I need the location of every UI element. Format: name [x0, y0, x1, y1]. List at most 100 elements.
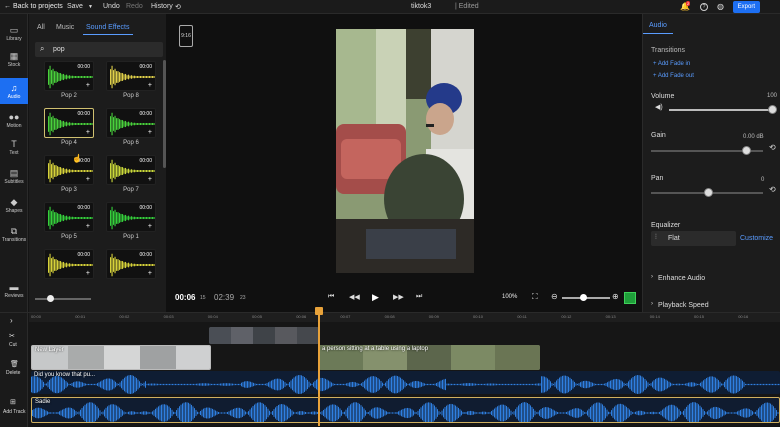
- zoom-level[interactable]: 100%: [502, 294, 517, 300]
- rewind-icon[interactable]: ◀◀: [349, 293, 360, 301]
- video-preview[interactable]: [336, 29, 474, 273]
- sidebar-item-audio[interactable]: ♫Audio: [0, 78, 28, 104]
- playhead-handle[interactable]: [315, 307, 323, 315]
- sound-effect-card[interactable]: 00:00 +: [106, 61, 156, 91]
- speaker-icon[interactable]: ◀): [655, 103, 663, 111]
- stock-icon: ▦: [0, 50, 28, 62]
- volume-slider-track[interactable]: [669, 109, 773, 111]
- audio-clip-sadie[interactable]: Sadie: [31, 397, 780, 423]
- sound-effect-card[interactable]: 00:00 +: [44, 249, 94, 279]
- help-icon[interactable]: ?: [700, 3, 708, 11]
- sidebar-item-motion[interactable]: ●●Motion: [0, 107, 28, 133]
- search-input[interactable]: ⌕ pop: [35, 42, 163, 57]
- pan-slider-knob[interactable]: [704, 188, 713, 197]
- sidebar-item-reviews[interactable]: ▬Reviews: [0, 277, 28, 303]
- audio-clip-voiceover[interactable]: Did you know that pu...: [31, 371, 780, 394]
- zoom-slider-track[interactable]: [35, 298, 91, 300]
- expand-chevron-icon[interactable]: ›: [10, 316, 13, 325]
- video-clip-new-layer[interactable]: New Layer: [31, 345, 211, 370]
- export-button[interactable]: Export: [733, 1, 760, 13]
- sidebar-item-library[interactable]: ▭Library: [0, 20, 28, 46]
- add-track-icon[interactable]: ⊞: [10, 398, 16, 406]
- chevron-right-icon[interactable]: ›: [651, 301, 653, 307]
- add-icon[interactable]: +: [86, 176, 90, 183]
- playhead[interactable]: [318, 307, 320, 426]
- sound-effect-card[interactable]: 00:00 +: [44, 202, 94, 232]
- sidebar-item-transitions[interactable]: ⧉Transitions: [0, 221, 28, 247]
- redo-button[interactable]: Redo: [126, 3, 143, 10]
- sound-effect-card[interactable]: 00:00 +: [44, 108, 94, 138]
- add-icon[interactable]: +: [86, 270, 90, 277]
- clip-label: Did you know that pu...: [34, 372, 95, 378]
- trash-icon[interactable]: 🗑: [10, 360, 19, 368]
- history-button[interactable]: History: [151, 3, 173, 10]
- tab-all[interactable]: All: [37, 24, 45, 31]
- fullscreen-icon[interactable]: ⛶: [532, 292, 538, 302]
- add-icon[interactable]: +: [86, 223, 90, 230]
- volume-label: Volume: [651, 93, 674, 100]
- globe-icon[interactable]: ◍: [717, 2, 724, 11]
- sound-effect-card[interactable]: 00:00 +: [106, 155, 156, 185]
- tab-audio[interactable]: Audio: [649, 22, 667, 29]
- transition-clip-strip[interactable]: [209, 327, 319, 344]
- delete-button[interactable]: Delete: [6, 370, 20, 376]
- skip-start-icon[interactable]: ⏮: [328, 293, 334, 301]
- add-icon[interactable]: +: [148, 129, 152, 136]
- sound-effect-name: Pop 7: [106, 187, 156, 193]
- timeline: › ✂ Cut 🗑 Delete ⊞ Add Track 00:0000:010…: [0, 312, 780, 426]
- aspect-ratio-button[interactable]: 9:16: [179, 25, 193, 47]
- sidebar-item-stock[interactable]: ▦Stock: [0, 46, 28, 72]
- folder-icon: ▭: [0, 24, 28, 36]
- back-to-projects-link[interactable]: Back to projects: [13, 3, 63, 10]
- sound-effect-card[interactable]: 00:00 +: [44, 155, 94, 185]
- preview-zoom-knob[interactable]: [580, 294, 587, 301]
- sound-effect-card[interactable]: 00:00 +: [106, 202, 156, 232]
- undo-button[interactable]: Undo: [103, 3, 120, 10]
- add-icon[interactable]: +: [148, 176, 152, 183]
- equalizer-select[interactable]: ⫶ Flat: [651, 231, 736, 246]
- customize-link[interactable]: Customize: [740, 235, 773, 242]
- add-fade-in-button[interactable]: + Add Fade in: [653, 61, 690, 67]
- project-name[interactable]: tiktok3: [411, 3, 431, 10]
- add-track-button[interactable]: Add Track: [3, 409, 26, 415]
- tab-music[interactable]: Music: [56, 24, 74, 31]
- add-icon[interactable]: +: [148, 270, 152, 277]
- ruler-tick-label: 00:03: [164, 314, 174, 319]
- gain-reset-icon[interactable]: ⟲: [769, 143, 776, 152]
- cut-scissors-icon[interactable]: ✂: [9, 332, 15, 340]
- playback-speed-section[interactable]: Playback Speed: [658, 302, 709, 309]
- sound-effect-card[interactable]: 00:00 +: [106, 108, 156, 138]
- zoom-out-icon[interactable]: ⊖: [551, 292, 558, 301]
- text-icon: T: [0, 138, 28, 150]
- add-icon[interactable]: +: [86, 82, 90, 89]
- back-arrow-icon[interactable]: ←: [4, 3, 11, 10]
- save-dropdown-icon[interactable]: ▼: [88, 4, 93, 10]
- save-button[interactable]: Save: [67, 3, 83, 10]
- sound-effect-card[interactable]: 00:00 +: [106, 249, 156, 279]
- zoom-slider-knob[interactable]: [47, 295, 54, 302]
- chevron-right-icon[interactable]: ›: [651, 274, 653, 280]
- sidebar-item-text[interactable]: TText: [0, 134, 28, 160]
- history-icon[interactable]: ⟲: [175, 3, 181, 11]
- sidebar-item-shapes[interactable]: ◆Shapes: [0, 192, 28, 218]
- play-icon[interactable]: ▶: [372, 292, 379, 303]
- skip-end-icon[interactable]: ⏭: [416, 293, 422, 301]
- zoom-in-icon[interactable]: ⊕: [612, 292, 619, 301]
- pan-reset-icon[interactable]: ⟲: [769, 185, 776, 194]
- add-fade-out-button[interactable]: + Add Fade out: [653, 73, 694, 79]
- volume-slider-knob[interactable]: [768, 105, 777, 114]
- tab-sound-effects[interactable]: Sound Effects: [86, 24, 129, 31]
- cut-button[interactable]: Cut: [9, 342, 17, 348]
- timeline-ruler[interactable]: 00:0000:0100:0200:0300:0400:0500:0600:07…: [29, 313, 780, 322]
- add-icon[interactable]: +: [86, 129, 90, 136]
- add-icon[interactable]: +: [148, 223, 152, 230]
- sound-effect-card[interactable]: 00:00 +: [44, 61, 94, 91]
- clip-label: a person sitting at a table using a lapt…: [322, 346, 428, 352]
- enhance-audio-section[interactable]: Enhance Audio: [658, 275, 705, 282]
- video-clip-person-laptop[interactable]: a person sitting at a table using a lapt…: [319, 345, 540, 370]
- gain-label: Gain: [651, 132, 666, 139]
- add-icon[interactable]: +: [148, 82, 152, 89]
- fast-forward-icon[interactable]: ▶▶: [393, 293, 404, 301]
- sidebar-item-subtitles[interactable]: ▤Subtitles: [0, 163, 28, 189]
- gain-slider-knob[interactable]: [742, 146, 751, 155]
